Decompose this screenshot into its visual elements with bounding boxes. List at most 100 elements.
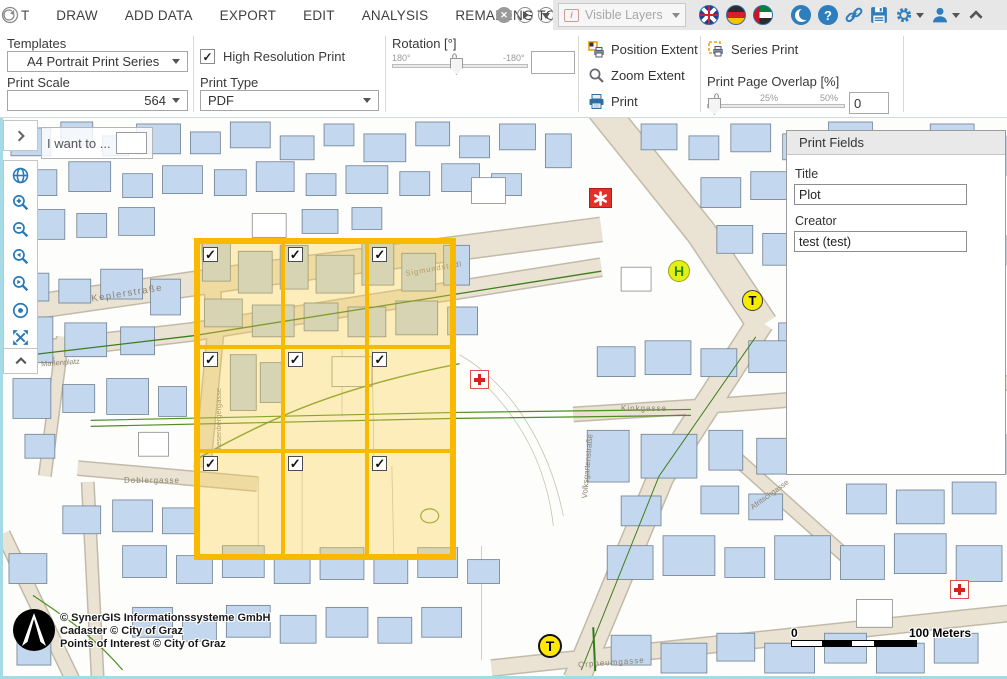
scale-end-label: 100 Meters <box>909 626 971 640</box>
print-fields-header[interactable]: Print Fields <box>787 131 1005 155</box>
zoom-out-button[interactable] <box>10 219 32 239</box>
print-page-cell[interactable]: ✓ <box>283 242 368 347</box>
tab-add-data[interactable]: ADD DATA <box>125 8 193 23</box>
series-print-label: Series Print <box>731 42 798 57</box>
share-link-icon[interactable] <box>845 6 863 24</box>
chevron-down-icon <box>952 13 960 18</box>
play-circle-icon[interactable] <box>517 7 533 23</box>
rotation-max-tick: -180° <box>503 53 525 63</box>
center-map-button[interactable] <box>10 300 32 320</box>
settings-menu[interactable] <box>895 6 924 24</box>
previous-extent-button[interactable] <box>10 246 32 266</box>
page-checkbox[interactable]: ✓ <box>203 352 218 367</box>
street-label: Kinkgasse <box>621 404 667 413</box>
page-checkbox[interactable]: ✓ <box>372 247 387 262</box>
high-res-checkbox[interactable]: ✓ <box>200 49 215 64</box>
page-checkbox[interactable]: ✓ <box>203 456 218 471</box>
collapse-tool-strip-button[interactable] <box>3 348 38 374</box>
tab-analysis[interactable]: ANALYSIS <box>362 8 429 23</box>
i-want-to-input[interactable] <box>116 132 147 154</box>
full-extent-button[interactable] <box>10 327 32 347</box>
save-icon[interactable] <box>870 6 888 24</box>
chevron-down-icon <box>916 13 924 18</box>
print-series-grid[interactable]: ✓ ✓ ✓ ✓ ✓ ✓ ✓ ✓ ✓ <box>194 238 456 560</box>
templates-value: A4 Portrait Print Series <box>15 54 172 69</box>
scroll-tabs-left-icon[interactable] <box>1 6 19 24</box>
print-page-cell[interactable]: ✓ <box>367 242 452 347</box>
tab-draw[interactable]: DRAW <box>56 8 98 23</box>
position-extent-icon <box>588 41 605 58</box>
map-viewport[interactable]: Keplerstraße Sigmundstadl Marienplatz Ni… <box>0 118 1007 679</box>
overflow-tab[interactable]: T <box>21 8 29 23</box>
close-panel-icon[interactable]: ✕ <box>496 7 512 23</box>
tab-export[interactable]: EXPORT <box>220 8 276 23</box>
top-right-strip: i Visible Layers ? <box>553 0 1007 30</box>
i-want-to-widget[interactable]: I want to ... <box>41 127 153 159</box>
page-checkbox[interactable]: ✓ <box>288 352 303 367</box>
print-type-dropdown[interactable]: PDF <box>200 90 379 111</box>
language-english-icon[interactable] <box>699 5 719 25</box>
print-button[interactable]: Print <box>588 91 638 111</box>
user-icon <box>931 6 949 24</box>
hospital-marker[interactable]: H <box>668 260 690 282</box>
language-german-icon[interactable] <box>726 5 746 25</box>
high-res-checkbox-row[interactable]: ✓ High Resolution Print <box>200 49 345 64</box>
taxi-marker[interactable]: T <box>538 634 562 658</box>
overlap-slider-thumb[interactable] <box>708 98 721 115</box>
zoom-extent-label: Zoom Extent <box>611 68 685 83</box>
rotation-label: Rotation [°] <box>392 36 456 51</box>
dropdown-circle-icon[interactable] <box>538 7 554 23</box>
print-type-label: Print Type <box>200 75 258 90</box>
print-label: Print <box>611 94 638 109</box>
page-checkbox[interactable]: ✓ <box>288 247 303 262</box>
tab-edit[interactable]: EDIT <box>303 8 335 23</box>
templates-dropdown[interactable]: A4 Portrait Print Series <box>7 51 188 72</box>
title-input[interactable] <box>794 184 967 205</box>
print-page-cell[interactable]: ✓ <box>367 347 452 452</box>
attribution-line: © SynerGIS Informationssysteme GmbH <box>60 612 270 625</box>
zoom-in-icon <box>11 193 30 212</box>
print-scale-label: Print Scale <box>7 75 70 90</box>
series-print-button[interactable]: Series Print <box>708 39 798 59</box>
position-extent-button[interactable]: Position Extent <box>588 39 698 59</box>
expand-sidebar-button[interactable] <box>3 120 38 151</box>
visible-layers-dropdown[interactable]: i Visible Layers <box>558 3 686 27</box>
print-type-value: PDF <box>208 93 363 108</box>
i-want-to-label: I want to ... <box>47 136 111 151</box>
overlap-tick-50: 50% <box>820 93 838 103</box>
page-checkbox[interactable]: ✓ <box>203 247 218 262</box>
page-checkbox[interactable]: ✓ <box>372 352 387 367</box>
print-scale-dropdown[interactable]: 564 <box>7 90 188 111</box>
gear-icon <box>895 6 913 24</box>
red-cross-marker[interactable] <box>470 370 489 389</box>
menu-bar: T DRAW ADD DATA EXPORT EDIT ANALYSIS REM… <box>0 0 1007 30</box>
pharmacy-marker[interactable] <box>589 188 612 208</box>
creator-input[interactable] <box>794 231 967 252</box>
print-page-cell[interactable]: ✓ <box>367 451 452 556</box>
print-page-cell[interactable]: ✓ <box>198 242 283 347</box>
help-icon[interactable]: ? <box>818 5 838 25</box>
overview-map-button[interactable] <box>10 165 32 185</box>
page-checkbox[interactable]: ✓ <box>372 456 387 471</box>
zoom-extent-button[interactable]: Zoom Extent <box>588 65 685 85</box>
overlap-input[interactable] <box>849 92 889 114</box>
print-page-cell[interactable]: ✓ <box>198 451 283 556</box>
print-page-cell[interactable]: ✓ <box>283 347 368 452</box>
overlap-slider-track[interactable] <box>707 104 845 108</box>
taxi-marker[interactable]: T <box>742 290 763 311</box>
full-extent-icon <box>11 328 30 347</box>
language-arabic-icon[interactable] <box>753 5 773 25</box>
zoom-in-button[interactable] <box>10 192 32 212</box>
user-menu[interactable] <box>931 6 960 24</box>
rotation-input[interactable] <box>531 51 575 74</box>
rotation-slider-thumb[interactable] <box>450 58 463 75</box>
chevron-down-icon <box>363 98 371 103</box>
night-mode-icon[interactable] <box>791 5 811 25</box>
page-checkbox[interactable]: ✓ <box>288 456 303 471</box>
next-extent-button[interactable] <box>10 273 32 293</box>
collapse-toolbar-icon[interactable] <box>967 6 985 24</box>
print-page-cell[interactable]: ✓ <box>283 451 368 556</box>
red-cross-marker[interactable] <box>950 580 969 599</box>
print-page-cell[interactable]: ✓ <box>198 347 283 452</box>
printer-icon <box>588 93 605 110</box>
